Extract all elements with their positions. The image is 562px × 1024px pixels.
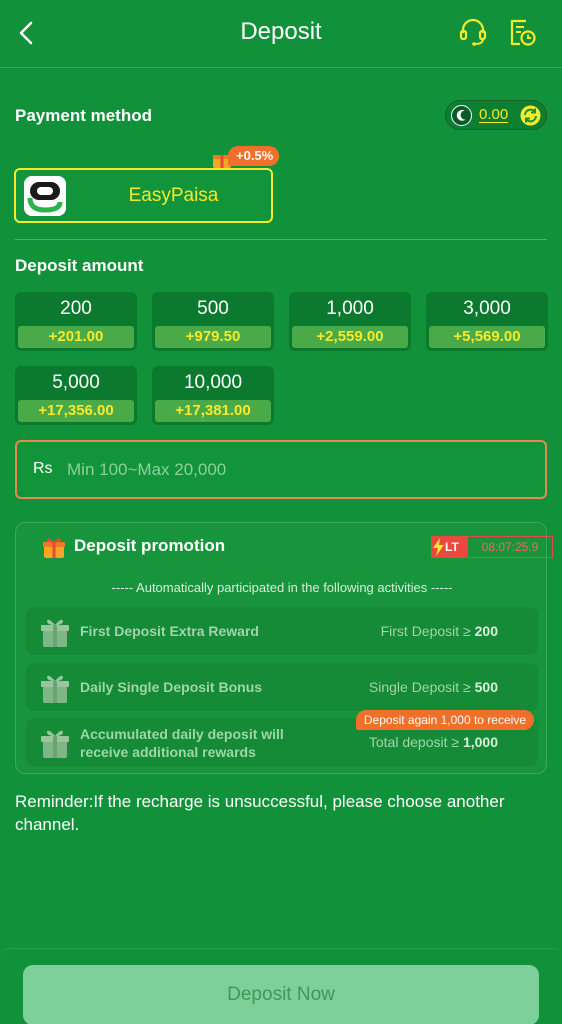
- footer: Deposit Now: [0, 948, 562, 1024]
- amount-value: 1,000: [326, 298, 374, 319]
- balance-value: 0.00: [479, 106, 509, 123]
- payment-method-label: EasyPaisa: [128, 185, 219, 206]
- promotion-item: Daily Single Deposit Bonus Single Deposi…: [26, 663, 538, 711]
- gift-icon: [43, 538, 65, 558]
- amount-input[interactable]: [67, 454, 507, 486]
- amount-option[interactable]: 200 +201.00: [15, 292, 137, 351]
- promotion-item-name: First Deposit Extra Reward: [80, 623, 259, 639]
- gift-box-icon: [41, 675, 69, 703]
- payment-method-title: Payment method: [15, 106, 152, 125]
- deposit-now-button[interactable]: Deposit Now: [23, 965, 539, 1024]
- pakistan-flag-icon: [451, 105, 472, 126]
- lightning-icon: [433, 538, 444, 556]
- amount-bonus: +17,381.00: [155, 400, 271, 422]
- currency-label: Rs: [33, 460, 53, 477]
- promotion-item-name: Accumulated daily deposit will receive a…: [80, 726, 284, 760]
- promotion-item-condition: Single Deposit ≥ 500: [368, 679, 498, 695]
- amount-bonus: +201.00: [18, 326, 134, 348]
- amount-bonus: +5,569.00: [429, 326, 545, 348]
- divider: [15, 239, 547, 240]
- amount-option[interactable]: 500 +979.50: [152, 292, 274, 351]
- promotion-item-name: Daily Single Deposit Bonus: [80, 679, 263, 695]
- promotion-item: First Deposit Extra Reward First Deposit…: [26, 607, 538, 655]
- promotion-item: Accumulated daily deposit will receive a…: [26, 710, 538, 766]
- gift-box-icon: [41, 619, 69, 647]
- amount-option[interactable]: 5,000 +17,356.00: [15, 366, 137, 425]
- payment-method-easypaisa[interactable]: EasyPaisa: [14, 168, 273, 223]
- amount-input-box[interactable]: Rs: [15, 440, 547, 499]
- amount-bonus: +17,356.00: [18, 400, 134, 422]
- customer-service-headset-icon[interactable]: [458, 16, 488, 48]
- deposit-amount-title: Deposit amount: [15, 256, 144, 275]
- refresh-icon[interactable]: [520, 105, 541, 126]
- deposit-history-icon[interactable]: [507, 16, 537, 48]
- countdown-timer: 08:07:25.9: [467, 536, 553, 558]
- promotion-subtitle: ----- Automatically participated in the …: [111, 580, 453, 595]
- amount-value: 200: [60, 298, 92, 319]
- amount-bonus: +2,559.00: [292, 326, 408, 348]
- lt-tag: LT: [431, 536, 467, 558]
- amount-value: 5,000: [52, 372, 100, 393]
- bonus-percent: +0.5%: [228, 146, 280, 166]
- promotion-item-condition: Total deposit ≥ 1,000: [368, 734, 498, 750]
- lt-label: LT: [445, 540, 459, 554]
- amount-option[interactable]: 1,000 +2,559.00: [289, 292, 411, 351]
- reminder-text: Reminder:If the recharge is unsuccessful…: [15, 792, 505, 834]
- amount-value: 10,000: [183, 372, 243, 393]
- deposit-again-tip: Deposit again 1,000 to receive: [355, 710, 534, 730]
- gift-box-icon: [41, 730, 69, 758]
- promotion-item-condition: First Deposit ≥ 200: [380, 623, 498, 639]
- deposit-promotion-panel: Deposit promotion LT 08:07:25.9 ----- Au…: [15, 522, 553, 774]
- amount-bonus: +979.50: [155, 326, 271, 348]
- amount-option[interactable]: 10,000 +17,381.00: [152, 366, 274, 425]
- wallet-balance[interactable]: 0.00: [445, 100, 547, 130]
- amount-value: 500: [197, 298, 229, 319]
- amount-value: 3,000: [463, 298, 511, 319]
- header: Deposit: [0, 0, 562, 68]
- easypaisa-logo-icon: [24, 176, 66, 216]
- amount-option[interactable]: 3,000 +5,569.00: [426, 292, 548, 351]
- promotion-title: Deposit promotion: [74, 536, 226, 555]
